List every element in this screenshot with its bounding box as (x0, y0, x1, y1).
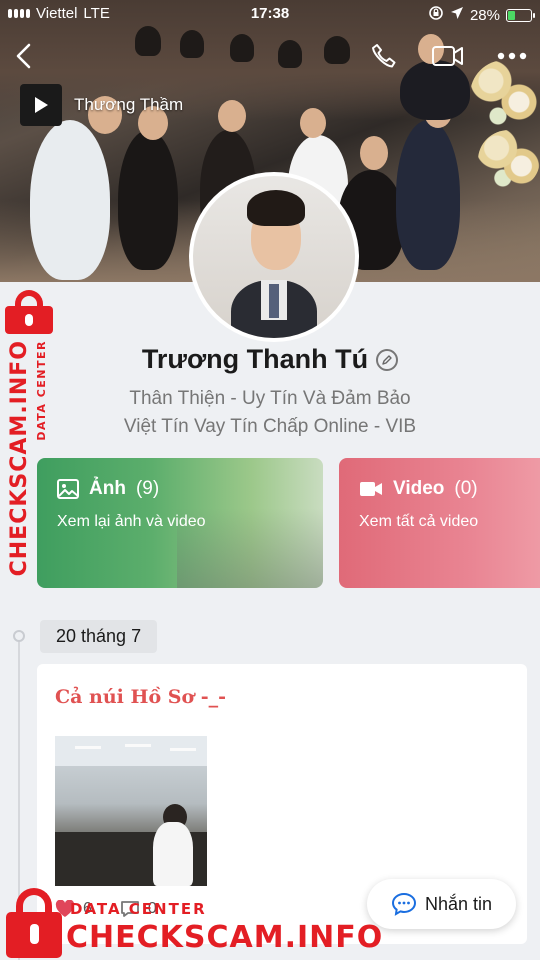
location-icon (450, 6, 464, 24)
status-bar: Viettel LTE 17:38 28% (0, 0, 540, 28)
chevron-left-icon (16, 43, 31, 69)
watermark-site-vertical: CHECKSCAM.INFO (7, 340, 32, 577)
timeline-date: 20 tháng 7 (40, 620, 158, 653)
watermark-site: CHECKSCAM.INFO (66, 920, 384, 955)
watermark-data-center-vertical: DATA CENTER (35, 340, 48, 441)
photo-icon (57, 479, 79, 499)
rotation-lock-icon (428, 5, 444, 25)
cover-person (396, 120, 460, 270)
avatar[interactable] (189, 172, 359, 342)
cover-person-hair (278, 40, 302, 68)
video-camera-icon (432, 46, 463, 66)
photos-subtitle: Xem lại ảnh và video (57, 513, 206, 530)
videos-label: Video (393, 478, 445, 499)
music-title: Thương Thầm (74, 95, 184, 114)
bio-line-2: Việt Tín Vay Tín Chấp Online - VIB (123, 416, 417, 437)
cover-person-head (300, 108, 326, 138)
back-button[interactable] (6, 38, 42, 74)
cover-person-head (360, 136, 388, 170)
call-button[interactable] (366, 38, 402, 74)
cover-person (30, 120, 110, 280)
battery-percentage: 28% (469, 6, 500, 24)
post-caption: Cả núi Hồ Sơ -_- (55, 686, 227, 708)
phone-icon (372, 44, 396, 68)
lock-icon (6, 888, 62, 958)
cover-person-hair (324, 36, 350, 64)
watermark-data-center: DATA CENTER (70, 900, 207, 918)
videos-count: (0) (454, 478, 478, 499)
more-icon (497, 52, 527, 60)
battery-icon (506, 8, 535, 22)
photos-card[interactable]: Ảnh (9) Xem lại ảnh và video (37, 458, 323, 588)
photos-count: (9) (135, 478, 160, 499)
timeline-dot (13, 630, 25, 642)
lock-icon (3, 290, 55, 334)
pencil-icon (382, 354, 392, 365)
post-photo[interactable] (55, 736, 207, 886)
play-button[interactable] (20, 84, 62, 126)
profile-music[interactable]: Thương Thầm (20, 84, 183, 126)
videos-card[interactable]: Video (0) Xem tất cả video (339, 458, 540, 588)
videos-subtitle: Xem tất cả video (359, 513, 479, 530)
watermark-side: CHECKSCAM.INFO DATA CENTER (3, 290, 59, 576)
play-icon (35, 97, 48, 113)
photos-label: Ảnh (89, 478, 126, 499)
cover-person-hair (180, 30, 204, 58)
more-options-button[interactable] (494, 38, 530, 74)
video-icon (360, 482, 382, 496)
flower-bouquet (478, 130, 540, 190)
cover-person-head (218, 100, 246, 132)
video-call-button[interactable] (430, 38, 466, 74)
bio-line-1: Thân Thiện - Uy Tín Và Đảm Bảo (129, 388, 411, 409)
profile-name: Trương Thanh Tú (141, 344, 369, 374)
edit-name-button[interactable] (376, 348, 399, 371)
cover-person-hair (135, 26, 161, 56)
avatar-photo (193, 176, 355, 338)
profile-name-row: Trương Thanh Tú (0, 344, 540, 375)
cover-person-hair (230, 34, 254, 62)
watermark-bottom: DATA CENTER CHECKSCAM.INFO (0, 888, 540, 960)
cover-person (118, 130, 178, 270)
